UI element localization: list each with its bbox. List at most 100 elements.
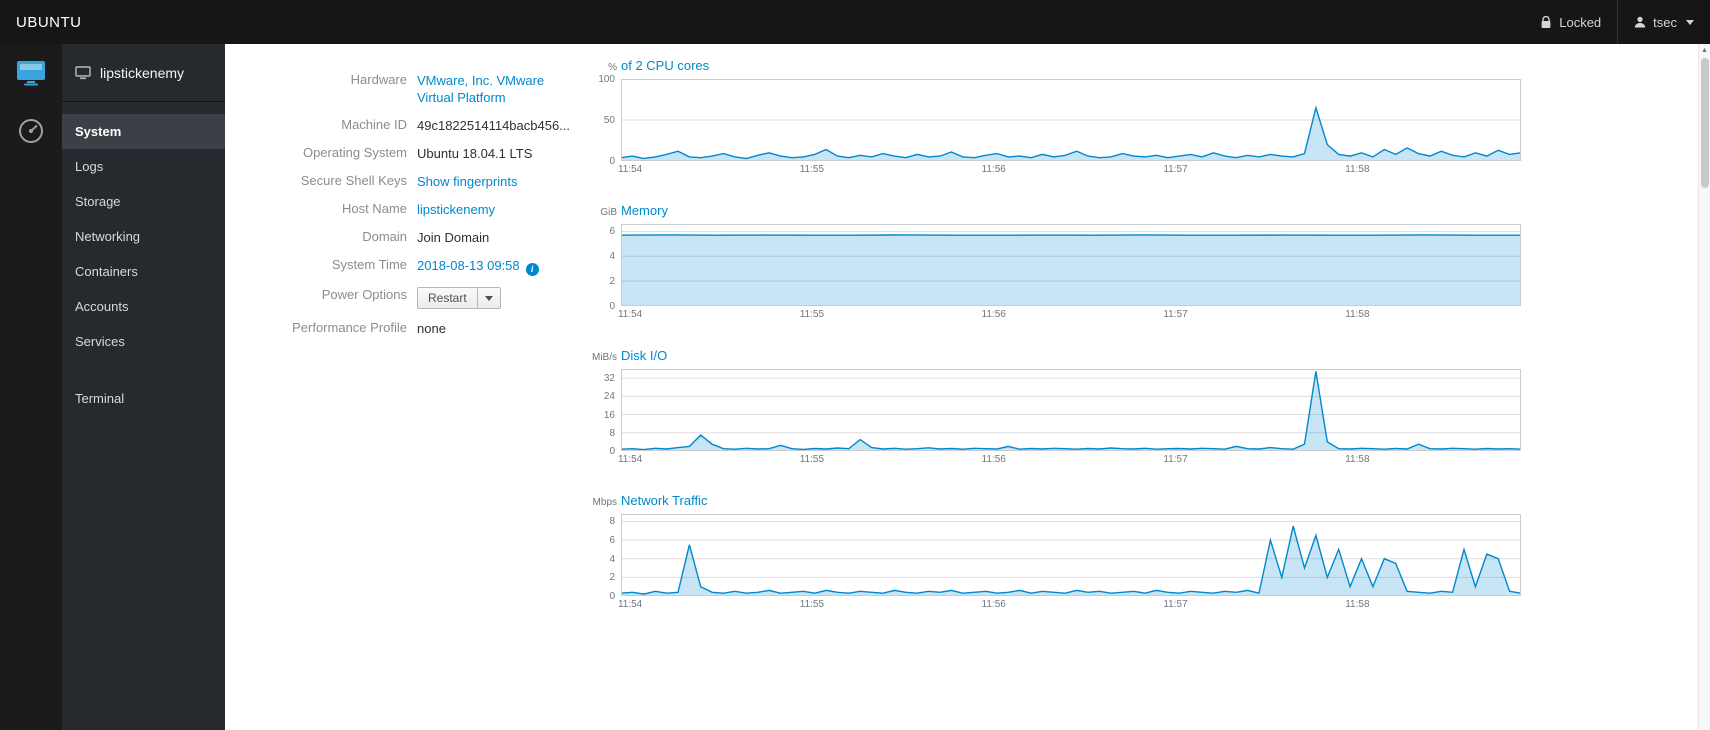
charts-column: % of 2 CPU cores 0 50 100 11:54 11:55 11:56 11:5…: [587, 44, 1547, 730]
user-label: tsec: [1653, 14, 1677, 30]
chart-unit-label: MiB/s: [592, 352, 617, 363]
x-tick-label: 11:56: [981, 164, 1006, 175]
info-value-link[interactable]: Show fingerprints: [417, 174, 517, 189]
info-label: Secure Shell Keys: [300, 173, 407, 188]
host-selector[interactable]: lipstickenemy: [62, 44, 225, 102]
sidebar-item-networking[interactable]: Networking: [62, 219, 225, 254]
chart-unit-label: GiB: [600, 207, 617, 218]
info-value: none: [417, 321, 446, 336]
y-tick-label: 6: [609, 535, 615, 547]
scrollbar-up-arrow[interactable]: ▲: [1699, 44, 1710, 57]
chart-y-axis-labels: 0 8 16 24 32: [587, 369, 621, 457]
y-tick-label: 32: [603, 373, 615, 385]
info-value: 49c1822514114bacb456...: [417, 118, 571, 133]
y-tick-label: 2: [609, 572, 615, 584]
top-bar: UBUNTU Locked tsec: [0, 0, 1710, 44]
info-value: Ubuntu 18.04.1 LTS: [417, 146, 533, 161]
info-row: Operating System Ubuntu 18.04.1 LTS: [245, 143, 587, 162]
chart-block-memory: GiB Memory 0 2 4 6 11:54 11:55 11:56 11:57 11:58: [587, 203, 1547, 322]
y-tick-label: 24: [603, 391, 615, 403]
y-tick-label: 4: [609, 553, 615, 565]
host-icon: [75, 65, 91, 79]
chart-header: GiB Memory: [587, 203, 1547, 218]
info-value-link[interactable]: VMware, Inc. VMware Virtual Platform: [417, 73, 544, 105]
chart-svg: [621, 79, 1521, 161]
info-value-link[interactable]: lipstickenemy: [417, 202, 495, 217]
chart-title-link[interactable]: Disk I/O: [621, 348, 667, 363]
chart-title-link[interactable]: Network Traffic: [621, 493, 707, 508]
x-tick-label: 11:56: [981, 454, 1006, 465]
locked-indicator[interactable]: Locked: [1524, 0, 1617, 44]
y-tick-label: 4: [609, 251, 615, 263]
system-info-panel: Hardware VMware, Inc. VMware Virtual Plat…: [225, 44, 587, 730]
chevron-down-icon: [484, 295, 493, 301]
host-name-label: lipstickenemy: [100, 64, 185, 81]
vertical-scrollbar[interactable]: ▲: [1698, 44, 1710, 730]
info-row: Hardware VMware, Inc. VMware Virtual Plat…: [245, 70, 587, 106]
x-tick-label: 11:57: [1163, 164, 1188, 175]
scrollbar-thumb[interactable]: [1701, 58, 1709, 188]
chart-plot[interactable]: [621, 369, 1521, 451]
y-tick-label: 8: [609, 516, 615, 528]
sidebar-item-terminal[interactable]: Terminal: [62, 381, 225, 416]
power-options-caret-button[interactable]: [477, 287, 501, 309]
chart-area: 0 2 4 6: [587, 224, 1547, 312]
sidebar-item-containers[interactable]: Containers: [62, 254, 225, 289]
y-tick-label: 0: [609, 156, 615, 167]
sidebar-item-system[interactable]: System: [62, 114, 225, 149]
chart-title-link[interactable]: Memory: [621, 203, 668, 218]
x-tick-label: 11:56: [981, 599, 1006, 610]
host-app-icon-slot[interactable]: [0, 44, 62, 102]
server-icon: [17, 61, 45, 86]
info-label: Domain: [362, 229, 407, 244]
chart-plot[interactable]: [621, 79, 1521, 161]
info-label: Performance Profile: [292, 320, 407, 335]
info-value: Show fingerprints: [417, 171, 517, 190]
info-value: Restart: [417, 285, 501, 309]
chart-y-axis-labels: 0 50 100: [587, 74, 621, 167]
chart-svg: [621, 514, 1521, 596]
info-icon[interactable]: i: [525, 263, 539, 276]
info-value: Join Domain: [417, 230, 490, 245]
x-tick-label: 11:58: [1345, 309, 1370, 320]
sidebar-item-storage[interactable]: Storage: [62, 184, 225, 219]
chart-header: Mbps Network Traffic: [587, 493, 1547, 508]
chart-area: 0 50 100: [587, 74, 1547, 167]
info-row: Performance Profile none: [245, 318, 587, 337]
y-tick-label: 0: [609, 301, 615, 312]
locked-label: Locked: [1559, 14, 1602, 30]
dashboard-app-icon-slot[interactable]: [0, 102, 62, 160]
topbar-right: Locked tsec: [1524, 0, 1710, 44]
x-tick-label: 11:55: [799, 599, 825, 610]
x-tick-label: 11:58: [1345, 454, 1370, 465]
x-tick-label: 11:56: [981, 309, 1006, 320]
chart-plot[interactable]: [621, 514, 1521, 596]
restart-button[interactable]: Restart: [417, 287, 478, 309]
chart-header: % of 2 CPU cores: [587, 58, 1547, 73]
chart-area: 0 2 4 6 8: [587, 514, 1547, 602]
sidebar-item-logs[interactable]: Logs: [62, 149, 225, 184]
x-tick-label: 11:57: [1163, 599, 1188, 610]
user-icon: [1634, 16, 1646, 28]
chart-x-axis-labels: 11:54 11:55 11:56 11:57 11:58: [618, 306, 1521, 322]
system-time-link[interactable]: 2018-08-13 09:58: [417, 258, 520, 273]
chart-svg: [621, 369, 1521, 451]
sidebar: lipstickenemy System Logs Storage Networkin…: [62, 44, 225, 730]
sidebar-item-accounts[interactable]: Accounts: [62, 289, 225, 324]
x-tick-label: 11:55: [799, 309, 825, 320]
chart-header: MiB/s Disk I/O: [587, 348, 1547, 363]
chart-block-disk-i-o: MiB/s Disk I/O 0 8 16 24 32 11:54 11:55 11:56 11:5…: [587, 348, 1547, 467]
y-tick-label: 6: [609, 226, 615, 238]
x-tick-label: 11:54: [617, 164, 643, 175]
y-tick-label: 0: [609, 446, 615, 457]
sidebar-item-services[interactable]: Services: [62, 324, 225, 359]
chevron-down-icon: [1686, 19, 1694, 25]
info-row: System Time 2018-08-13 09:58 i: [245, 255, 587, 276]
y-tick-label: 50: [603, 115, 615, 126]
info-label: Host Name: [341, 201, 407, 216]
y-tick-label: 100: [598, 74, 615, 85]
chart-svg: [621, 224, 1521, 306]
user-menu[interactable]: tsec: [1618, 0, 1710, 44]
chart-plot[interactable]: [621, 224, 1521, 306]
chart-title-link[interactable]: of 2 CPU cores: [621, 58, 709, 73]
